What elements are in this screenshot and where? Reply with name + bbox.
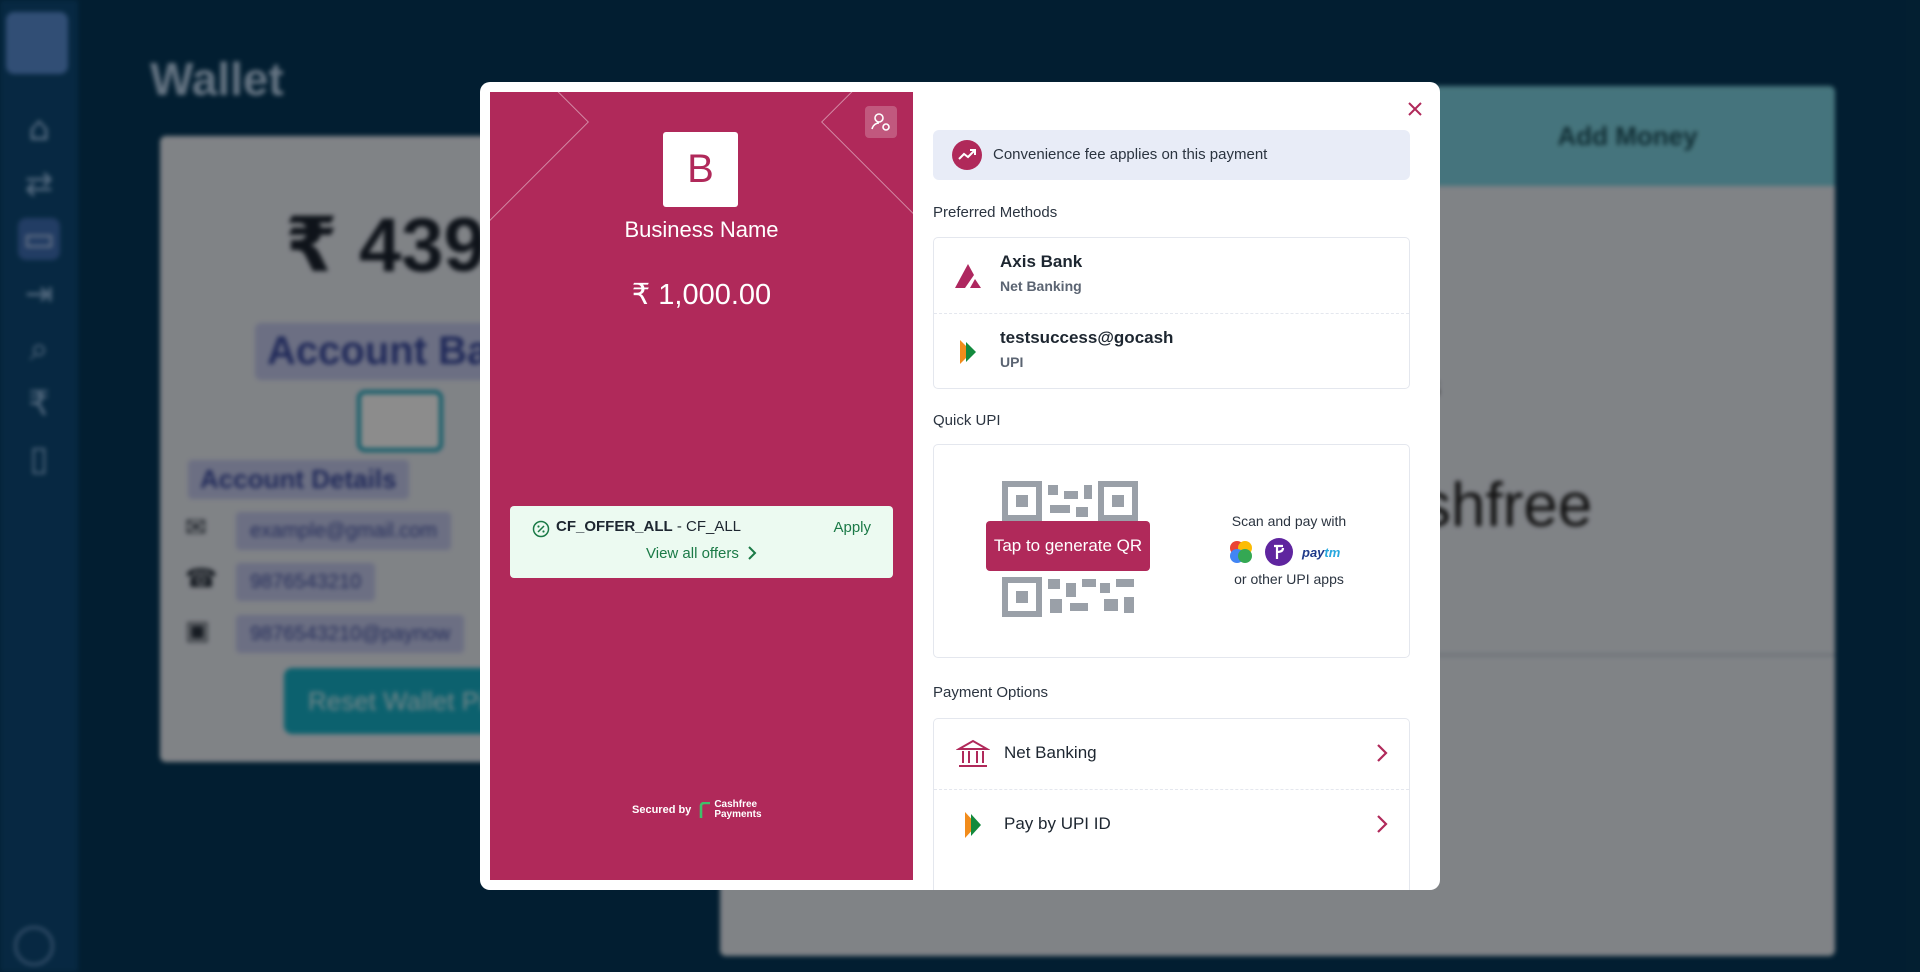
phonepe-icon bbox=[1265, 538, 1293, 566]
payment-options-card: Net Banking Pay by UPI ID bbox=[933, 718, 1410, 890]
merchant-pane: B Business Name ₹ 1,000.00 CF_OFFER_ALL … bbox=[490, 92, 913, 880]
payment-option-net-banking[interactable]: Net Banking bbox=[934, 719, 1409, 789]
view-all-offers-label: View all offers bbox=[646, 545, 739, 562]
cashfree-mark-icon bbox=[700, 802, 711, 818]
payment-option-upi-id[interactable]: Pay by UPI ID bbox=[934, 789, 1409, 859]
offer-code: CF_OFFER_ALL bbox=[556, 518, 673, 535]
bank-icon bbox=[956, 739, 990, 767]
preferred-methods-label: Preferred Methods bbox=[933, 204, 1058, 221]
payment-option-label: Pay by UPI ID bbox=[1004, 814, 1111, 833]
settings-button[interactable] bbox=[865, 106, 897, 138]
cashfree-logo-subtext: Payments bbox=[714, 809, 762, 820]
user-settings-icon bbox=[871, 113, 890, 131]
paytm-pay-text: pay bbox=[1302, 544, 1325, 560]
offer-badge-icon bbox=[532, 520, 550, 538]
quick-upi-card: Tap to generate QR Scan and pay with pay… bbox=[933, 444, 1410, 658]
offer-card: CF_OFFER_ALL - CF_ALL Apply View all off… bbox=[510, 506, 893, 578]
upi-icon bbox=[960, 340, 976, 364]
payment-amount: ₹ 1,000.00 bbox=[631, 279, 772, 311]
convenience-fee-text: Convenience fee applies on this payment bbox=[993, 146, 1268, 163]
preferred-method-title: Axis Bank bbox=[1000, 252, 1083, 271]
chevron-right-icon bbox=[1377, 744, 1388, 762]
chevron-right-icon bbox=[1377, 815, 1388, 833]
apply-offer-button[interactable]: Apply bbox=[833, 519, 871, 536]
offer-suffix: - CF_ALL bbox=[672, 518, 742, 535]
preferred-method-subtitle: UPI bbox=[1000, 354, 1024, 370]
scan-and-pay-text: Scan and pay with bbox=[1231, 513, 1347, 529]
upi-app-logos: paytm bbox=[1226, 537, 1340, 567]
decorative-shape bbox=[490, 92, 589, 221]
secured-by: Secured by Cashfree Payments bbox=[632, 800, 762, 820]
google-pay-icon bbox=[1230, 541, 1252, 563]
generate-qr-button[interactable]: Tap to generate QR bbox=[986, 521, 1150, 571]
view-all-offers-link[interactable]: View all offers bbox=[510, 545, 893, 562]
cashfree-logo: Cashfree Payments bbox=[699, 800, 762, 820]
preferred-methods-card: Axis Bank Net Banking testsuccess@gocash… bbox=[933, 237, 1410, 389]
chevron-right-icon bbox=[748, 546, 757, 560]
business-logo: B bbox=[663, 132, 738, 207]
quick-upi-label: Quick UPI bbox=[933, 412, 1001, 429]
trending-up-icon bbox=[952, 140, 982, 170]
preferred-method-subtitle: Net Banking bbox=[1000, 278, 1082, 294]
paytm-icon: paytm bbox=[1302, 545, 1340, 560]
other-upi-apps-text: or other UPI apps bbox=[1234, 571, 1344, 587]
preferred-method-axis-bank[interactable]: Axis Bank Net Banking bbox=[934, 238, 1409, 313]
preferred-method-title: testsuccess@gocash bbox=[1000, 328, 1174, 347]
payment-options-label: Payment Options bbox=[933, 684, 1049, 701]
offer-code-text: CF_OFFER_ALL - CF_ALL bbox=[556, 518, 741, 535]
axis-bank-icon bbox=[955, 264, 981, 288]
convenience-fee-banner: Convenience fee applies on this payment bbox=[933, 130, 1410, 180]
preferred-method-upi[interactable]: testsuccess@gocash UPI bbox=[934, 313, 1409, 388]
payment-option-label: Net Banking bbox=[1004, 743, 1097, 762]
secured-by-label: Secured by bbox=[632, 804, 692, 816]
upi-icon bbox=[965, 812, 981, 838]
close-icon bbox=[1408, 102, 1422, 116]
checkout-modal: B Business Name ₹ 1,000.00 CF_OFFER_ALL … bbox=[480, 82, 1440, 890]
business-name: Business Name bbox=[624, 217, 779, 242]
close-button[interactable] bbox=[1403, 97, 1427, 121]
paytm-tm-text: tm bbox=[1324, 544, 1341, 560]
